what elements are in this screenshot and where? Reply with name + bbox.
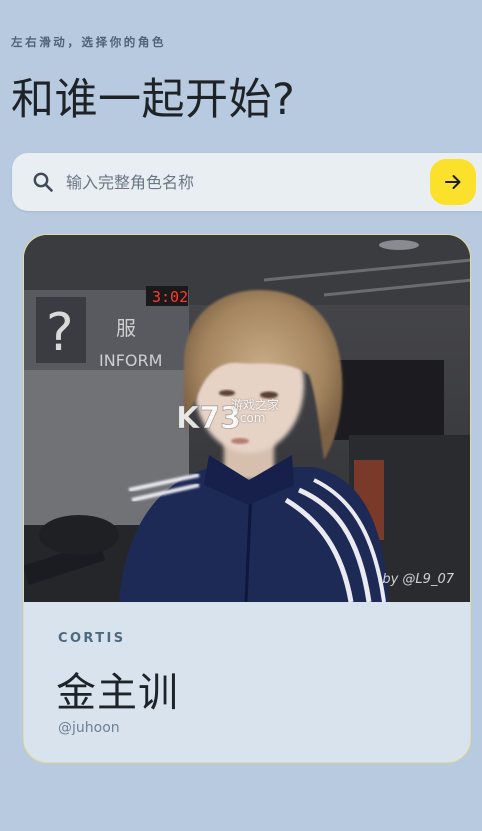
search-submit-button[interactable] xyxy=(430,159,476,205)
character-name: 金主训 xyxy=(56,670,179,716)
watermark: 游戏之家 .com xyxy=(179,399,279,425)
search-icon xyxy=(33,172,53,192)
character-handle: @juhoon xyxy=(58,720,120,736)
svg-text:INFORM: INFORM xyxy=(99,351,162,370)
svg-text:3:02: 3:02 xyxy=(152,288,188,306)
svg-text:?: ? xyxy=(46,303,74,363)
arrow-right-icon xyxy=(445,175,461,189)
character-group: CORTIS xyxy=(58,631,126,646)
page-title: 和谁一起开始? xyxy=(11,75,296,125)
svg-text:服: 服 xyxy=(116,316,136,340)
search-bar xyxy=(12,153,482,211)
character-card[interactable]: ? 服 INFORM 3:02 K73 游戏之家 .com by @L9_07 … xyxy=(23,234,471,763)
swipe-hint: 左右滑动，选择你的角色 xyxy=(11,35,167,49)
watermark-line2: .com xyxy=(236,411,266,425)
photo-credit: by @L9_07 xyxy=(382,572,454,587)
search-input[interactable] xyxy=(66,166,416,198)
